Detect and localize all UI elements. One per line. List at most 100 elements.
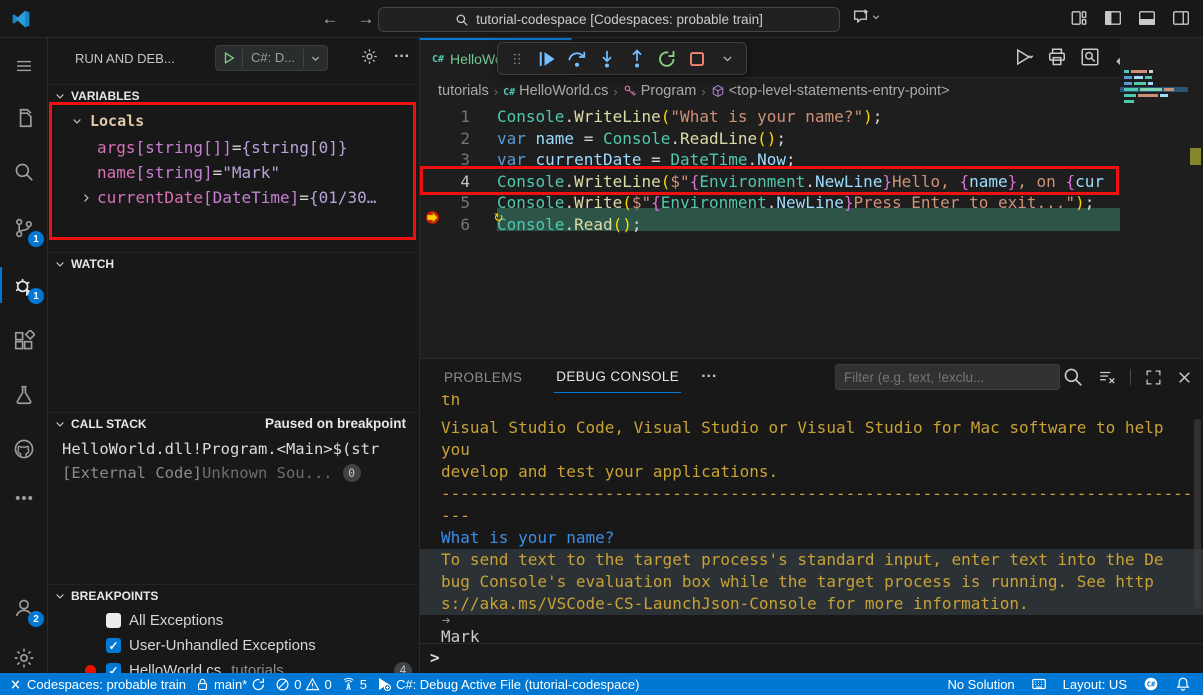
back-button[interactable]: ←: [318, 7, 342, 31]
variable-row[interactable]: args [string[]] = {string[0]}: [97, 135, 347, 160]
gear-icon[interactable]: [361, 48, 378, 66]
step-out-button[interactable]: [624, 46, 650, 72]
section-breakpoints[interactable]: BREAKPOINTS: [48, 584, 420, 606]
activity-item-menu[interactable]: [0, 44, 48, 88]
toggle-secondary-sidebar-button[interactable]: [1171, 8, 1191, 28]
vscode-window: ← → tutorial-codespace [Codespaces: prob…: [0, 0, 1203, 695]
breadcrumb-item[interactable]: C#HelloWorld.cs: [503, 83, 608, 99]
toggle-sidebar-button[interactable]: [1103, 8, 1123, 28]
chevron-down-icon: [871, 12, 881, 22]
panel-scrollbar[interactable]: [1194, 419, 1201, 609]
call-stack-row[interactable]: HelloWorld.dll!Program.<Main>$(str: [62, 436, 412, 461]
chevron-right-icon[interactable]: [80, 192, 92, 204]
restart-button[interactable]: [654, 46, 680, 72]
code-line[interactable]: 5Console.Write($"{Environment.NewLine}Pr…: [420, 192, 1120, 214]
command-center-search[interactable]: tutorial-codespace [Codespaces: probable…: [378, 7, 840, 32]
variable-row[interactable]: currentDate [DateTime] = {01/30…: [80, 185, 376, 210]
continue-button[interactable]: [534, 46, 560, 72]
chevron-down-button[interactable]: [714, 46, 740, 72]
debug-console-input-row[interactable]: >: [420, 643, 1203, 671]
more-actions-icon[interactable]: ···: [394, 48, 410, 66]
status-no-solution[interactable]: No Solution: [947, 677, 1014, 692]
status-notifications[interactable]: [1175, 676, 1191, 692]
stop-button[interactable]: [684, 46, 710, 72]
status-csdevkit[interactable]: C#: [1143, 676, 1159, 692]
drag-button: [504, 46, 530, 72]
status-keyboard[interactable]: [1031, 676, 1047, 692]
breakpoint-checkbox[interactable]: [106, 613, 121, 628]
start-debug-icon[interactable]: [222, 51, 236, 65]
breadcrumb-item[interactable]: tutorials: [438, 83, 489, 99]
current-statement-arrow-icon: ↻: [494, 207, 503, 225]
expand-button[interactable]: [1145, 369, 1162, 386]
more-tabs-icon[interactable]: ···: [701, 368, 717, 386]
section-label: WATCH: [71, 257, 114, 271]
chevron-down-icon[interactable]: [54, 258, 66, 270]
section-call-stack[interactable]: CALL STACK Paused on breakpoint: [48, 412, 420, 434]
debug-config-picker[interactable]: C#: D...: [215, 45, 328, 71]
debug-config-name[interactable]: C#: D...: [242, 49, 304, 67]
activity-item-accounts[interactable]: 2: [0, 586, 48, 630]
code-text: Console.WriteLine("What is your name?");: [497, 106, 882, 128]
chevron-down-icon[interactable]: [71, 115, 83, 127]
breadcrumb-item[interactable]: Program: [623, 83, 697, 99]
section-variables[interactable]: VARIABLES: [48, 84, 420, 106]
tab-problems[interactable]: PROBLEMS: [442, 362, 524, 393]
status-remote-indicator[interactable]: Codespaces: probable train: [8, 677, 186, 692]
activity-item-extensions[interactable]: [0, 319, 48, 363]
forward-button[interactable]: →: [354, 7, 378, 31]
activity-item-explorer[interactable]: [0, 96, 48, 140]
debug-console-output[interactable]: thVisual Studio Code, Visual Studio or V…: [420, 395, 1203, 643]
customize-layout-button[interactable]: [1069, 8, 1089, 28]
editor-tab-bar: C# HelloWorld.cs ···: [420, 38, 1203, 78]
section-watch[interactable]: WATCH: [48, 252, 420, 274]
status-problems[interactable]: 00: [275, 677, 331, 692]
breakpoint-current-icon[interactable]: [424, 209, 441, 226]
search-editor-button[interactable]: [1080, 47, 1100, 67]
overview-ruler[interactable]: [1188, 38, 1203, 358]
breakpoint-row[interactable]: All Exceptions: [106, 608, 412, 633]
console-line: Visual Studio Code, Visual Studio or Vis…: [420, 417, 1203, 439]
error-icon: [275, 677, 290, 692]
variable-row[interactable]: name [string] = "Mark": [97, 160, 280, 185]
activity-item-source-control[interactable]: 1: [0, 206, 48, 250]
status-ports[interactable]: 5: [341, 677, 367, 692]
tab-debug-console[interactable]: DEBUG CONSOLE: [554, 361, 681, 393]
chevron-down-icon[interactable]: [54, 590, 66, 602]
status-branch[interactable]: main*: [195, 677, 266, 692]
printer-button[interactable]: [1047, 47, 1067, 67]
step-into-button[interactable]: [594, 46, 620, 72]
toggle-panel-button[interactable]: [1137, 8, 1157, 28]
minimap[interactable]: [1120, 38, 1188, 358]
run-with-chevron-button[interactable]: [1014, 47, 1034, 67]
code-line[interactable]: 1Console.WriteLine("What is your name?")…: [420, 106, 1120, 128]
code-area[interactable]: ↻ 1Console.WriteLine("What is your name?…: [420, 105, 1120, 358]
step-over-button[interactable]: [564, 46, 590, 72]
status-debug-session[interactable]: C#: Debug Active File (tutorial-codespac…: [376, 676, 640, 692]
activity-item-run-and-debug[interactable]: 1: [0, 263, 48, 307]
code-line[interactable]: 2var name = Console.ReadLine();: [420, 128, 1120, 150]
filter-input[interactable]: [835, 364, 1060, 390]
status-text: 5: [360, 677, 367, 692]
clear-console-button[interactable]: [1098, 368, 1116, 386]
equals: =: [232, 138, 242, 157]
chevron-down-icon[interactable]: [54, 90, 66, 102]
activity-item-search[interactable]: [0, 150, 48, 194]
copilot-menu[interactable]: [852, 8, 881, 25]
activity-item-more[interactable]: [0, 476, 48, 520]
breakpoint-checkbox[interactable]: ✓: [106, 638, 121, 653]
breadcrumb-item[interactable]: <top-level-statements-entry-point>: [711, 83, 950, 99]
activity-item-github[interactable]: [0, 427, 48, 471]
activity-item-testing[interactable]: [0, 373, 48, 417]
search-button[interactable]: [1062, 366, 1084, 388]
code-line[interactable]: 3var currentDate = DateTime.Now;: [420, 149, 1120, 171]
locals-scope-row[interactable]: Locals: [71, 108, 144, 133]
breakpoint-row[interactable]: ✓User-Unhandled Exceptions: [106, 633, 412, 658]
code-line[interactable]: 4Console.WriteLine($"{Environment.NewLin…: [420, 171, 1120, 193]
chevron-down-icon[interactable]: [54, 418, 66, 430]
status-layout[interactable]: Layout: US: [1063, 677, 1127, 692]
chevron-down-icon[interactable]: [310, 53, 321, 64]
close-button[interactable]: [1176, 369, 1193, 386]
code-line[interactable]: 6Console.Read();: [420, 214, 1120, 236]
call-stack-row[interactable]: [External Code] Unknown Sou...0: [62, 460, 412, 485]
